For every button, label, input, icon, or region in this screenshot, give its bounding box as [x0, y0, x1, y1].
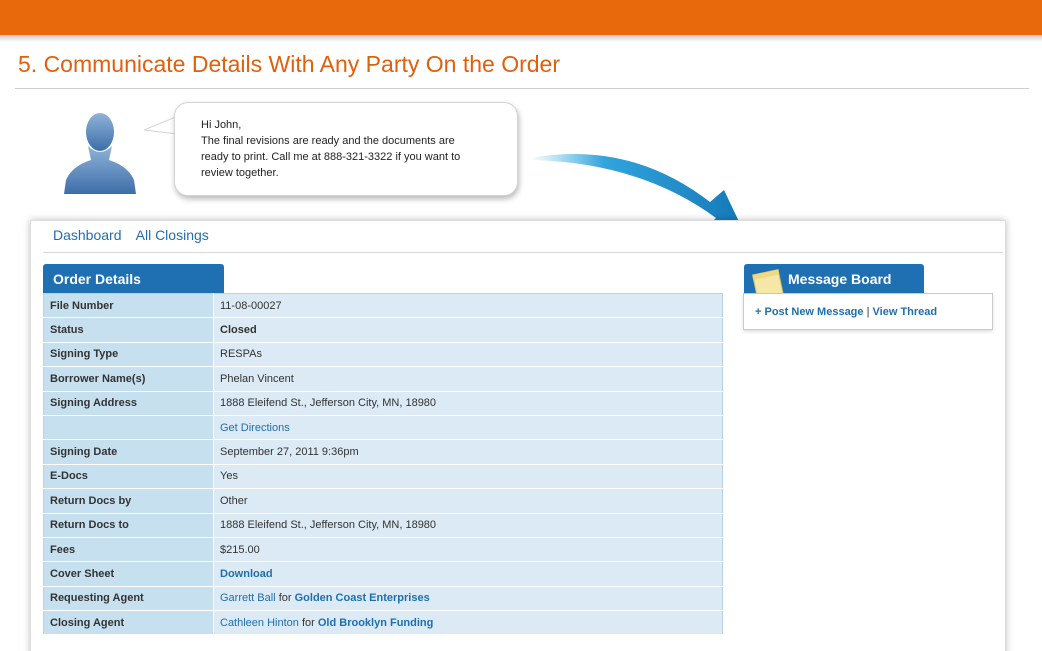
nav-dashboard-link[interactable]: Dashboard	[53, 227, 122, 243]
row-value: 1888 Eleifend St., Jefferson City, MN, 1…	[213, 513, 723, 538]
top-orange-bar	[0, 0, 1042, 35]
table-row: Signing Address 1888 Eleifend St., Jeffe…	[43, 391, 723, 416]
closing-company-link[interactable]: Old Brooklyn Funding	[318, 617, 434, 629]
message-board-box: + Post New Message | View Thread	[743, 293, 993, 330]
bubble-line: ready to print. Call me at 888-321-3322 …	[201, 151, 461, 163]
table-row: Status Closed	[43, 317, 723, 343]
order-details-tab: Order Details	[43, 264, 224, 294]
user-avatar-icon	[64, 113, 136, 194]
bubble-line: The final revisions are ready and the do…	[201, 135, 455, 147]
row-value: Yes	[213, 464, 723, 490]
row-value: 11-08-00027	[213, 293, 723, 319]
closing-agent-link[interactable]: Cathleen Hinton	[220, 617, 299, 629]
row-label: Signing Address	[43, 391, 214, 416]
row-label	[43, 415, 214, 441]
table-row: Borrower Name(s) Phelan Vincent	[43, 366, 723, 392]
download-cover-sheet-link[interactable]: Download	[220, 568, 273, 580]
row-value: September 27, 2011 9:36pm	[213, 439, 723, 465]
row-value: Get Directions	[213, 415, 723, 441]
row-value: Cathleen Hinton for Old Brooklyn Funding	[213, 610, 723, 636]
table-row: Return Docs to 1888 Eleifend St., Jeffer…	[43, 513, 723, 538]
table-row: File Number 11-08-00027	[43, 293, 723, 319]
table-row: Fees $215.00	[43, 537, 723, 563]
row-value: Download	[213, 561, 723, 587]
table-row: Signing Type RESPAs	[43, 342, 723, 368]
page-heading: 5. Communicate Details With Any Party On…	[18, 51, 560, 77]
table-row: Return Docs by Other	[43, 488, 723, 514]
post-new-message-link[interactable]: + Post New Message	[755, 306, 864, 318]
row-label: Return Docs by	[43, 488, 214, 514]
order-details-table: File Number 11-08-00027 Status Closed Si…	[43, 293, 723, 636]
table-row: Signing Date September 27, 2011 9:36pm	[43, 439, 723, 465]
row-value: Phelan Vincent	[213, 366, 723, 392]
table-row: Cover Sheet Download	[43, 561, 723, 587]
row-label: Borrower Name(s)	[43, 366, 214, 392]
requesting-agent-link[interactable]: Garrett Ball	[220, 592, 276, 604]
row-value: Garrett Ball for Golden Coast Enterprise…	[213, 586, 723, 612]
row-label: Requesting Agent	[43, 586, 214, 612]
row-label: Cover Sheet	[43, 561, 214, 587]
row-label: Status	[43, 317, 214, 343]
top-bar-shadow	[0, 35, 1042, 42]
nav-all-closings-link[interactable]: All Closings	[136, 227, 209, 243]
link-separator: |	[866, 306, 870, 318]
row-label: Return Docs to	[43, 513, 214, 538]
order-app-panel: Dashboard All Closings Order Details Fil…	[30, 220, 1006, 651]
table-row: Requesting Agent Garrett Ball for Golden…	[43, 586, 723, 612]
row-value: Other	[213, 488, 723, 514]
row-value: Closed	[213, 317, 723, 343]
requesting-company-link[interactable]: Golden Coast Enterprises	[295, 592, 430, 604]
speech-bubble-tail	[144, 115, 178, 135]
row-label: Signing Type	[43, 342, 214, 368]
row-label: Signing Date	[43, 439, 214, 465]
message-bubble: Hi John, The final revisions are ready a…	[174, 102, 518, 196]
top-nav: Dashboard All Closings	[53, 227, 220, 243]
heading-divider	[15, 88, 1029, 89]
row-value: 1888 Eleifend St., Jefferson City, MN, 1…	[213, 391, 723, 416]
connector-text: for	[301, 616, 315, 629]
table-row: Closing Agent Cathleen Hinton for Old Br…	[43, 610, 723, 636]
status-value: Closed	[220, 324, 257, 337]
row-value: $215.00	[213, 537, 723, 563]
row-label: File Number	[43, 293, 214, 319]
connector-text: for	[278, 592, 292, 605]
nav-divider	[43, 252, 1003, 253]
table-row: E-Docs Yes	[43, 464, 723, 490]
bubble-line: Hi John,	[201, 119, 242, 131]
row-label: Fees	[43, 537, 214, 563]
row-value: RESPAs	[213, 342, 723, 368]
row-label: Closing Agent	[43, 610, 214, 636]
view-thread-link[interactable]: View Thread	[873, 306, 938, 318]
bubble-line: review together.	[201, 167, 279, 179]
table-row: Get Directions	[43, 415, 723, 441]
row-label: E-Docs	[43, 464, 214, 490]
get-directions-link[interactable]: Get Directions	[220, 422, 290, 434]
